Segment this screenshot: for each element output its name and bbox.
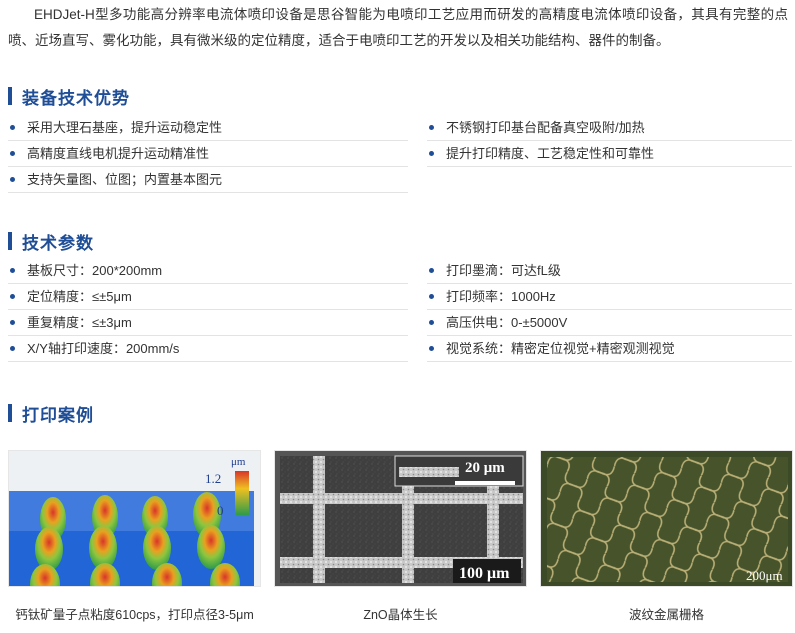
list-item: 打印墨滴：可达fL级 xyxy=(427,258,792,284)
bullet-icon xyxy=(429,125,434,130)
section-title-params: 技术参数 xyxy=(8,231,94,253)
list-item: X/Y轴打印速度：200mm/s xyxy=(8,336,408,362)
list-item: 打印频率：1000Hz xyxy=(427,284,792,310)
bullet-icon xyxy=(10,125,15,130)
advantages-list-left: 采用大理石基座，提升运动稳定性 高精度直线电机提升运动精准性 支持矢量图、位图；… xyxy=(8,115,408,193)
scale-label-top: 20 μm xyxy=(465,460,505,476)
scale-min-label: 0 xyxy=(217,503,224,518)
metal-grid-figure: 200μm xyxy=(547,457,788,583)
advantages-list-right: 不锈钢打印基台配备真空吸附/加热 提升打印精度、工艺稳定性和可靠性 xyxy=(427,115,792,167)
bullet-icon xyxy=(429,294,434,299)
section-title-advantages: 装备技术优势 xyxy=(8,86,130,108)
bullet-icon xyxy=(10,177,15,182)
list-item: 重复精度：≤±3μm xyxy=(8,310,408,336)
case-image-metal-grid: 200μm xyxy=(540,450,793,587)
list-item: 不锈钢打印基台配备真空吸附/加热 xyxy=(427,115,792,141)
section-title-text: 装备技术优势 xyxy=(22,88,130,108)
section-marker xyxy=(8,232,12,250)
case-caption-zno: ZnO晶体生长 xyxy=(363,608,438,622)
list-item: 视觉系统：精密定位视觉+精密观测视觉 xyxy=(427,336,792,362)
section-title-cases: 打印案例 xyxy=(8,403,94,425)
bullet-icon xyxy=(10,294,15,299)
section-marker xyxy=(8,404,12,422)
case-caption-quantum-dots: 钙钛矿量子点粘度610cps，打印点径3-5μm xyxy=(15,608,254,622)
bullet-icon xyxy=(429,268,434,273)
zno-sem-figure: 20 μm 100 μm xyxy=(280,455,524,583)
list-item: 高压供电：0-±5000V xyxy=(427,310,792,336)
params-list-left: 基板尺寸：200*200mm 定位精度：≤±5μm 重复精度：≤±3μm X/Y… xyxy=(8,258,408,362)
list-item: 采用大理石基座，提升运动稳定性 xyxy=(8,115,408,141)
scale-label-bottom: 100 μm xyxy=(459,565,510,582)
scale-label: 200μm xyxy=(746,568,783,583)
case-image-zno: 20 μm 100 μm xyxy=(274,450,527,587)
section-title-text: 打印案例 xyxy=(22,405,94,425)
params-list-right: 打印墨滴：可达fL级 打印频率：1000Hz 高压供电：0-±5000V 视觉系… xyxy=(427,258,792,362)
case-image-quantum-dots: μm 1.2 0 xyxy=(8,450,261,587)
bullet-icon xyxy=(10,151,15,156)
case-caption-metal-grid: 波纹金属栅格 xyxy=(628,608,704,622)
list-item: 基板尺寸：200*200mm xyxy=(8,258,408,284)
intro-paragraph: EHDJet-H型多功能高分辨率电流体喷印设备是思谷智能为电喷印工艺应用而研发的… xyxy=(8,7,788,48)
list-item: 提升打印精度、工艺稳定性和可靠性 xyxy=(427,141,792,167)
list-item: 支持矢量图、位图；内置基本图元 xyxy=(8,167,408,193)
bullet-icon xyxy=(429,346,434,351)
bullet-icon xyxy=(429,320,434,325)
bullet-icon xyxy=(10,320,15,325)
bullet-icon xyxy=(10,268,15,273)
list-item: 高精度直线电机提升运动精准性 xyxy=(8,141,408,167)
bullet-icon xyxy=(429,151,434,156)
section-marker xyxy=(8,87,12,105)
bullet-icon xyxy=(10,346,15,351)
color-scale-bar xyxy=(235,471,249,515)
scale-unit-label: μm xyxy=(231,456,246,468)
quantum-dots-figure: μm 1.2 0 xyxy=(9,451,260,586)
list-item: 定位精度：≤±5μm xyxy=(8,284,408,310)
scale-max-label: 1.2 xyxy=(205,471,221,486)
section-title-text: 技术参数 xyxy=(22,233,94,253)
